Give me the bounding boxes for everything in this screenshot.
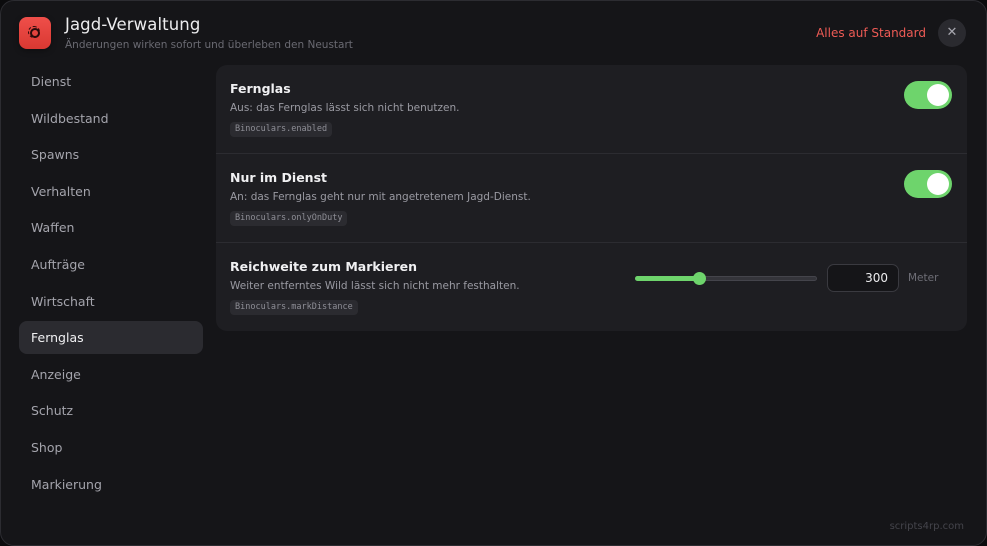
sidebar-item-waffen[interactable]: Waffen — [19, 211, 203, 244]
setting-title: Nur im Dienst — [230, 170, 327, 185]
toggle-knob — [927, 84, 949, 106]
binoculars-enabled-toggle[interactable] — [904, 81, 952, 109]
settings-panel: Fernglas Aus: das Fernglas lässt sich ni… — [216, 65, 967, 331]
sidebar-item-spawns[interactable]: Spawns — [19, 138, 203, 171]
sidebar-item-wirtschaft[interactable]: Wirtschaft — [19, 285, 203, 318]
slider-fill — [635, 276, 699, 281]
sidebar-item-anzeige[interactable]: Anzeige — [19, 358, 203, 391]
mark-distance-slider[interactable] — [635, 271, 817, 287]
sidebar-item-schutz[interactable]: Schutz — [19, 394, 203, 427]
toggle-knob — [927, 173, 949, 195]
setting-description: An: das Fernglas geht nur mit angetreten… — [230, 191, 531, 203]
sidebar-item-wildbestand[interactable]: Wildbestand — [19, 102, 203, 135]
sidebar-item-shop[interactable]: Shop — [19, 431, 203, 464]
setting-title: Reichweite zum Markieren — [230, 259, 418, 274]
setting-key-badge: Binoculars.enabled — [230, 122, 333, 137]
sidebar-item-fernglas[interactable]: Fernglas — [19, 321, 203, 355]
sidebar-item-dienst[interactable]: Dienst — [19, 65, 203, 98]
sidebar-item-markierung[interactable]: Markierung — [19, 468, 203, 501]
gear-icon — [28, 26, 40, 38]
page-title: Jagd-Verwaltung — [65, 15, 201, 34]
setting-row-mark-distance: Reichweite zum Markieren Weiter entfernt… — [216, 243, 967, 331]
unit-label: Meter — [908, 272, 939, 284]
close-button[interactable]: ✕ — [938, 19, 966, 47]
app-icon — [19, 17, 51, 49]
sidebar-item-aufträge[interactable]: Aufträge — [19, 248, 203, 281]
only-on-duty-toggle[interactable] — [904, 170, 952, 198]
setting-description: Aus: das Fernglas lässt sich nicht benut… — [230, 102, 460, 114]
sidebar: Dienst Wildbestand Spawns Verhalten Waffen Au… — [19, 65, 203, 504]
setting-row-binoculars-enabled: Fernglas Aus: das Fernglas lässt sich ni… — [216, 65, 967, 154]
setting-key-badge: Binoculars.onlyOnDuty — [230, 211, 348, 226]
page-subtitle: Änderungen wirken sofort und überleben d… — [65, 39, 353, 51]
setting-key-badge: Binoculars.markDistance — [230, 300, 358, 315]
sidebar-item-verhalten[interactable]: Verhalten — [19, 175, 203, 208]
reset-all-button[interactable]: Alles auf Standard — [816, 26, 926, 40]
settings-window: Jagd-Verwaltung Änderungen wirken sofort… — [0, 0, 987, 546]
setting-title: Fernglas — [230, 81, 291, 96]
setting-description: Weiter entferntes Wild lässt sich nicht … — [230, 280, 520, 292]
setting-row-only-on-duty: Nur im Dienst An: das Fernglas geht nur … — [216, 154, 967, 243]
mark-distance-input[interactable]: 300 — [827, 264, 899, 292]
watermark: scripts4rp.com — [889, 521, 964, 532]
slider-thumb[interactable] — [692, 272, 706, 285]
close-icon: ✕ — [946, 25, 958, 40]
